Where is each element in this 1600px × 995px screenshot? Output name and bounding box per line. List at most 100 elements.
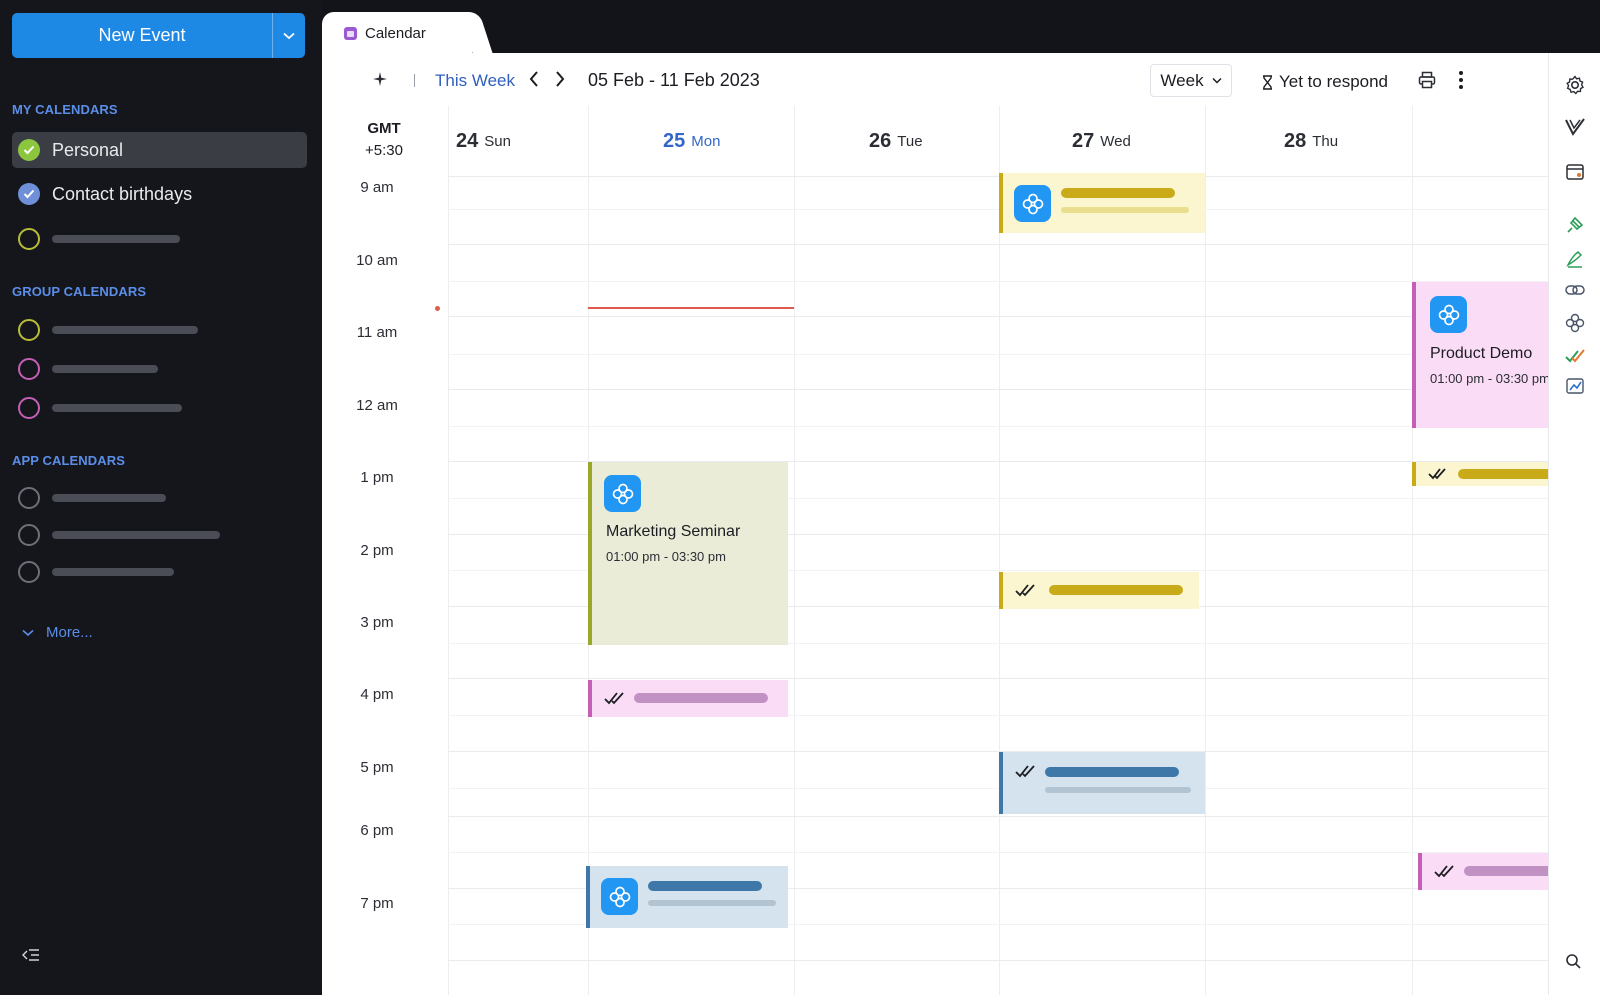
sign-tool-button[interactable] (1565, 249, 1585, 274)
search-button[interactable] (1565, 953, 1581, 974)
week-grid: GMT +5:30 24 Sun 25 Mon 26 Tue 27 Wed 28 Thu … (322, 106, 1548, 995)
app-flower-icon (1430, 296, 1467, 333)
view-select[interactable]: Week (1150, 64, 1232, 97)
link-tool-button[interactable] (1565, 283, 1585, 302)
check-double-icon (1015, 765, 1035, 778)
checkbox-unchecked-icon[interactable] (18, 397, 40, 419)
group-calendar-item[interactable] (12, 312, 307, 348)
calendar-label-placeholder (52, 365, 158, 373)
hour-label: 2 pm (360, 542, 394, 559)
event-mon-7pm[interactable] (586, 866, 788, 928)
checkbox-unchecked-icon[interactable] (18, 524, 40, 546)
hour-label: 6 pm (360, 822, 394, 839)
checkbox-unchecked-icon[interactable] (18, 319, 40, 341)
gear-icon (1566, 75, 1584, 95)
checkmark-v-icon (1565, 118, 1585, 136)
pen-icon (1567, 216, 1584, 233)
task-mon-4pm[interactable] (588, 680, 788, 717)
calendar-label-placeholder (52, 404, 182, 412)
yet-to-respond-filter[interactable]: Yet to respond (1262, 72, 1388, 92)
calendar-item-personal[interactable]: Personal (12, 132, 307, 168)
checkbox-unchecked-icon[interactable] (18, 228, 40, 250)
apps-button[interactable] (1565, 313, 1585, 338)
task-title-placeholder (1464, 866, 1548, 876)
timezone-label: GMT +5:30 (365, 120, 403, 159)
event-wed-9am[interactable] (999, 173, 1205, 233)
toolbar: This Week 05 Feb - 11 Feb 2023 Week Yet … (322, 53, 1548, 107)
flower-icon (1565, 313, 1585, 333)
app-calendar-item[interactable] (12, 517, 307, 553)
checkbox-unchecked-icon[interactable] (18, 561, 40, 583)
day-header-tue[interactable]: 26 Tue (869, 106, 923, 176)
hour-label: 9 am (360, 179, 394, 196)
tasks-button[interactable] (1565, 348, 1585, 369)
app-calendar-item[interactable] (12, 480, 307, 516)
check-double-icon (1434, 865, 1454, 878)
kebab-menu-icon (1459, 71, 1463, 89)
app-flower-icon (601, 878, 638, 915)
checkbox-unchecked-icon[interactable] (18, 487, 40, 509)
event-time-placeholder (1061, 207, 1189, 213)
pen-tool-button[interactable] (1565, 215, 1585, 240)
group-calendar-item[interactable] (12, 390, 307, 426)
this-week-button[interactable]: This Week (435, 71, 515, 91)
task-wed-230pm[interactable] (999, 572, 1199, 609)
calendar-label-placeholder (52, 494, 166, 502)
checkbox-unchecked-icon[interactable] (18, 358, 40, 380)
event-title-placeholder (1061, 188, 1175, 198)
current-time-dot (435, 306, 440, 311)
ai-assist-button[interactable] (372, 71, 388, 92)
task-wed-5pm[interactable] (999, 752, 1205, 814)
integration-button[interactable] (1565, 118, 1585, 141)
tab-calendar[interactable]: Calendar (322, 12, 472, 54)
day-header-sun[interactable]: 24 Sun (456, 106, 511, 176)
hour-label: 5 pm (360, 759, 394, 776)
task-fri-630pm[interactable] (1418, 853, 1548, 890)
view-select-value: Week (1160, 70, 1204, 90)
day-header-mon[interactable]: 25 Mon (663, 106, 720, 176)
tab-label: Calendar (365, 24, 426, 42)
calendar-label-placeholder (52, 568, 174, 576)
checkbox-checked-icon[interactable] (18, 139, 40, 161)
calendar-label-placeholder (52, 531, 220, 539)
event-time: 01:00 pm - 03:30 pm (606, 549, 726, 564)
print-button[interactable] (1418, 71, 1436, 94)
new-event-button-group: New Event (12, 13, 305, 58)
hour-label: 1 pm (360, 469, 394, 486)
previous-week-button[interactable] (528, 70, 540, 93)
calendar-widget-button[interactable] (1565, 163, 1585, 186)
task-thu-1pm[interactable] (1412, 462, 1548, 486)
event-title: Product Demo (1430, 345, 1533, 362)
my-calendars-heading: MY CALENDARS (12, 102, 118, 117)
calendar-item-contact-birthdays[interactable]: Contact birthdays (12, 176, 307, 212)
more-label: More... (46, 624, 93, 641)
more-options-button[interactable] (1458, 70, 1464, 95)
collapse-menu-icon (21, 949, 39, 961)
new-event-button[interactable]: New Event (12, 13, 272, 58)
signature-icon (1566, 251, 1583, 268)
new-event-dropdown-button[interactable] (272, 13, 305, 58)
calendar-item-placeholder[interactable] (12, 221, 307, 257)
checkbox-checked-icon[interactable] (18, 183, 40, 205)
app-calendar-item[interactable] (12, 554, 307, 590)
more-calendars-link[interactable]: More... (22, 624, 93, 641)
chevron-down-icon (22, 629, 34, 636)
event-marketing-seminar[interactable]: Marketing Seminar 01:00 pm - 03:30 pm (588, 462, 788, 645)
analytics-button[interactable] (1565, 377, 1585, 400)
group-calendar-item[interactable] (12, 351, 307, 387)
date-range-label: 05 Feb - 11 Feb 2023 (588, 70, 760, 90)
collapse-sidebar-button[interactable] (21, 948, 40, 967)
printer-icon (1418, 71, 1436, 89)
check-double-icon (1565, 349, 1585, 363)
check-double-icon (1428, 468, 1446, 480)
next-week-button[interactable] (554, 70, 566, 93)
task-time-placeholder (1045, 787, 1191, 793)
hour-label: 7 pm (360, 895, 394, 912)
day-header-thu[interactable]: 28 Thu (1284, 106, 1338, 176)
calendar-label: Personal (52, 139, 124, 160)
settings-button[interactable] (1565, 75, 1585, 100)
task-title-placeholder (1045, 767, 1179, 777)
sidebar: New Event MY CALENDARS Personal Contact … (0, 0, 322, 995)
day-header-wed[interactable]: 27 Wed (1072, 106, 1131, 176)
event-product-demo[interactable]: Product Demo 01:00 pm - 03:30 pm (1412, 282, 1548, 428)
